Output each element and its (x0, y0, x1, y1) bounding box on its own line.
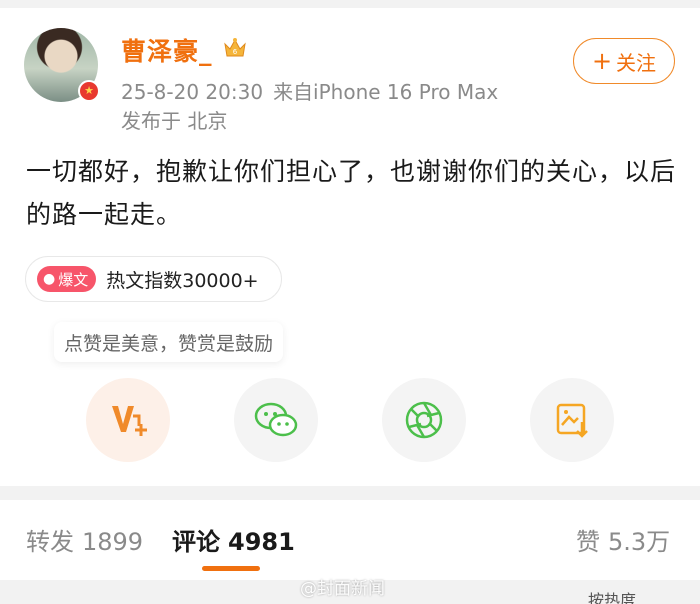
active-tab-indicator (202, 566, 260, 571)
watermark: @封面新闻 (300, 579, 385, 599)
tab-like-label: 赞 (576, 528, 600, 556)
plus-icon: + (591, 47, 613, 75)
top-separator (0, 0, 700, 8)
reward-icon (112, 406, 147, 436)
reward-tip: 点赞是美意，赞赏是鼓励 (54, 322, 284, 362)
save-image-icon (556, 403, 588, 438)
save-image-button[interactable] (530, 378, 614, 462)
wechat-icon (254, 402, 298, 437)
follow-button[interactable]: + 关注 (573, 38, 675, 84)
post-location: 发布于 北京 (121, 109, 228, 133)
tab-repost-label: 转发 (26, 528, 74, 556)
post-source: 来自iPhone 16 Pro Max (273, 80, 499, 104)
crown-icon: 6 (224, 38, 246, 57)
tab-comment[interactable]: 评论 4981 (172, 522, 295, 557)
hot-badge-label: 爆文 (58, 270, 89, 289)
svg-text:6: 6 (233, 48, 238, 56)
tab-like[interactable]: 赞 5.3万 (576, 522, 670, 557)
hot-badge: ● 爆文 (37, 266, 97, 292)
reward-button[interactable] (86, 378, 170, 462)
username[interactable]: 曹泽豪_ (121, 32, 213, 68)
hot-index-pill[interactable]: ● 爆文 热文指数30000+ (25, 256, 282, 302)
tab-repost[interactable]: 转发 1899 (26, 522, 143, 557)
post-datetime: 25-8-20 20:30 (121, 80, 264, 104)
section-divider (0, 486, 700, 500)
tab-like-count: 5.3万 (608, 528, 671, 556)
sort-selector[interactable]: 按热度 (588, 587, 636, 604)
moments-icon (405, 401, 443, 439)
tab-comment-label: 评论 (172, 528, 220, 556)
verified-badge-icon: ★ (78, 80, 100, 102)
post-meta: 25-8-20 20:30 来自iPhone 16 Pro Max (121, 76, 508, 105)
hot-index-label: 热文指数30000+ (106, 269, 259, 292)
post-text: 一切都好，抱歉让你们担心了，也谢谢你们的关心，以后的路一起走。 (26, 157, 677, 229)
flame-icon: ● (43, 271, 56, 287)
tab-comment-count: 4981 (228, 528, 295, 556)
share-wechat-button[interactable] (234, 378, 318, 462)
tab-repost-count: 1899 (82, 528, 144, 556)
share-moments-button[interactable] (382, 378, 466, 462)
follow-label: 关注 (616, 50, 657, 75)
